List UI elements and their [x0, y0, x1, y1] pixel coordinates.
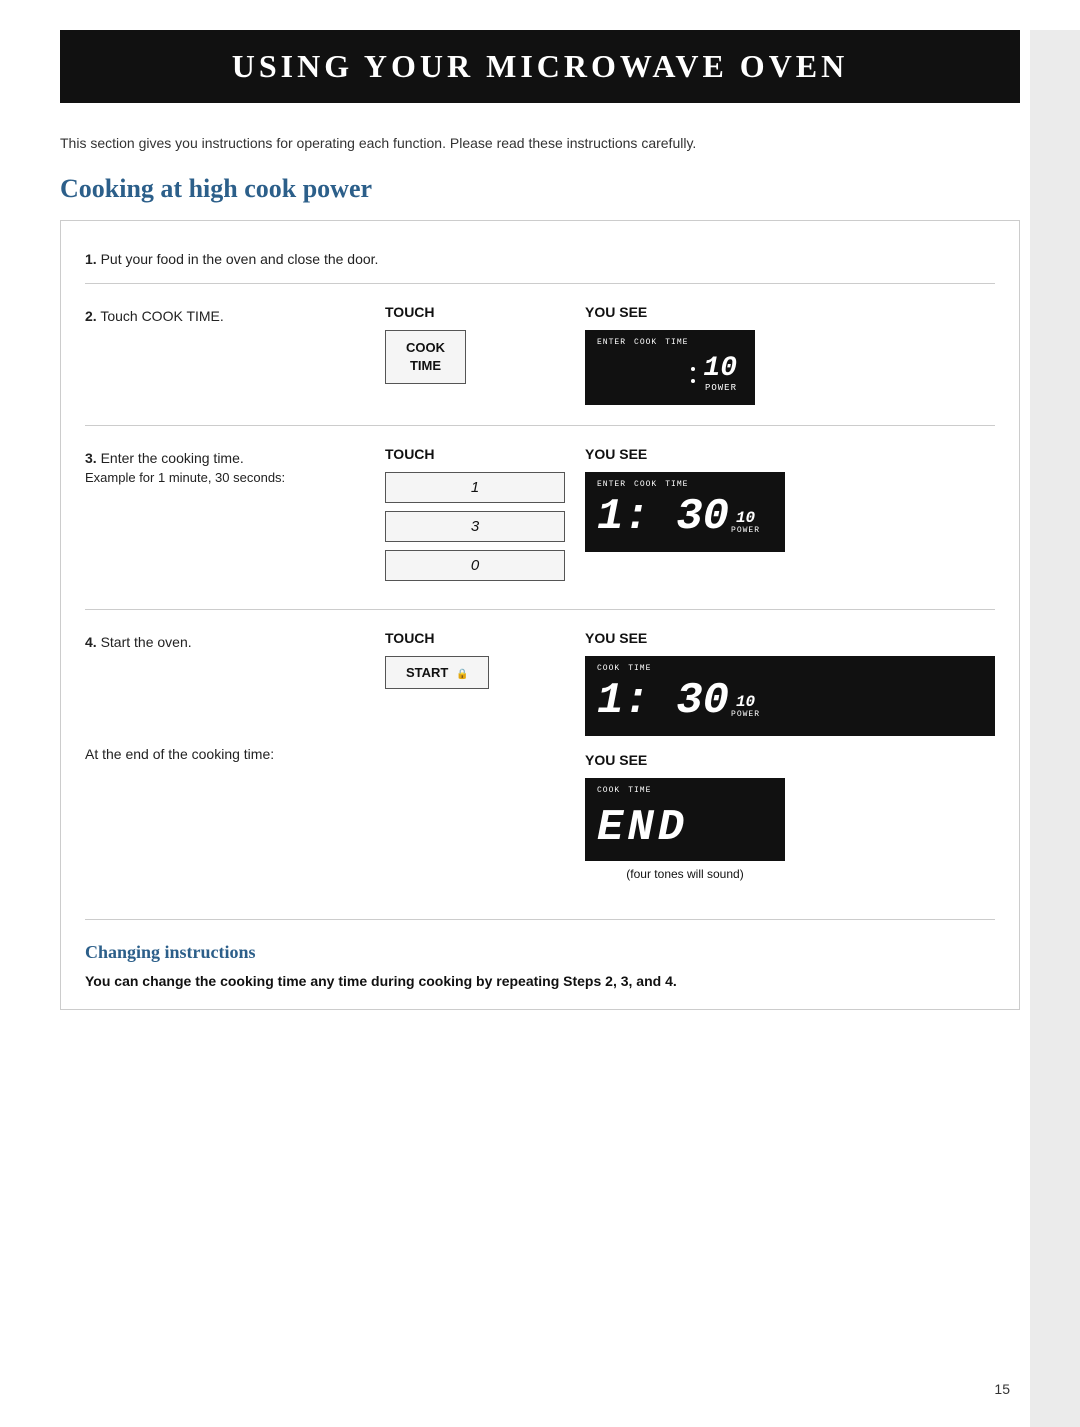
step3-buttons: 1 3 0 [385, 472, 565, 589]
button-1[interactable]: 1 [385, 472, 565, 503]
page-header: Using Your Microwave Oven [60, 30, 1020, 103]
four-tones-text: (four tones will sound) [585, 867, 785, 881]
step4-display1: COOKTIME 1: 30 10 POWER [585, 656, 995, 736]
step4-row: 4. Start the oven. At the end of the coo… [85, 610, 995, 903]
step2-yousee-label: YOU SEE [585, 304, 995, 320]
step4-end-desc: At the end of the cooking time: [85, 746, 365, 762]
step3-row: 3. Enter the cooking time. Example for 1… [85, 426, 995, 610]
right-decorative-strip [1030, 30, 1080, 1427]
step4-display1-top: COOKTIME [597, 664, 983, 673]
start-button[interactable]: START 🔒 [385, 656, 489, 689]
step1-row: 1. Put your food in the oven and close t… [85, 241, 995, 284]
changing-section: Changing instructions You can change the… [85, 919, 995, 989]
step2-display: ENTERCOOKTIME 10 POWER [585, 330, 755, 405]
step4-touch-col: TOUCH START 🔒 [385, 630, 565, 689]
step4-yousee-label: YOU SEE [585, 630, 995, 646]
button-0[interactable]: 0 [385, 550, 565, 581]
sub-section-heading: Changing instructions [85, 942, 995, 963]
section-heading: Cooking at high cook power [60, 174, 1020, 204]
step2-touch-label: TOUCH [385, 304, 565, 320]
step3-yousee-col: YOU SEE ENTERCOOKTIME 1: 30 10 POWER [585, 446, 995, 552]
step4-display2-wrapper: COOKTIME END (four tones will sound) [585, 778, 785, 881]
lock-icon: 🔒 [456, 669, 468, 680]
page-title: Using Your Microwave Oven [100, 48, 980, 85]
changing-text: You can change the cooking time any time… [85, 973, 995, 989]
step4-yousee-col: YOU SEE COOKTIME 1: 30 10 POWER YOU SEE [585, 630, 995, 883]
button-3[interactable]: 3 [385, 511, 565, 542]
step4-touch-label: TOUCH [385, 630, 565, 646]
step3-display-top: ENTERCOOKTIME [597, 480, 773, 489]
step1-text: 1. Put your food in the oven and close t… [85, 251, 378, 267]
step2-touch-col: TOUCH COOKTIME [385, 304, 565, 384]
step3-desc: 3. Enter the cooking time. Example for 1… [85, 446, 365, 485]
intro-text: This section gives you instructions for … [60, 133, 1020, 154]
step2-row: 2. Touch COOK TIME. TOUCH COOKTIME YOU S… [85, 284, 995, 426]
step4-desc: 4. Start the oven. At the end of the coo… [85, 630, 365, 762]
step3-touch-col: TOUCH 1 3 0 [385, 446, 565, 589]
step4-yousee-label2: YOU SEE [585, 752, 995, 768]
cook-time-button[interactable]: COOKTIME [385, 330, 466, 384]
step4-display2-top: COOKTIME [597, 786, 773, 795]
page-number: 15 [994, 1381, 1010, 1397]
display-dot [691, 379, 695, 383]
step2-yousee-col: YOU SEE ENTERCOOKTIME 10 POWER [585, 304, 995, 405]
step3-display: ENTERCOOKTIME 1: 30 10 POWER [585, 472, 785, 552]
step3-sub-desc: Example for 1 minute, 30 seconds: [85, 470, 365, 485]
step4-display2: COOKTIME END [585, 778, 785, 861]
step2-display-top: ENTERCOOKTIME [597, 338, 743, 347]
step3-yousee-label: YOU SEE [585, 446, 995, 462]
display-dot [691, 367, 695, 371]
content-box: 1. Put your food in the oven and close t… [60, 220, 1020, 1010]
step2-desc: 2. Touch COOK TIME. [85, 304, 365, 324]
step4-display2-text: END [597, 803, 688, 853]
step3-touch-label: TOUCH [385, 446, 565, 462]
